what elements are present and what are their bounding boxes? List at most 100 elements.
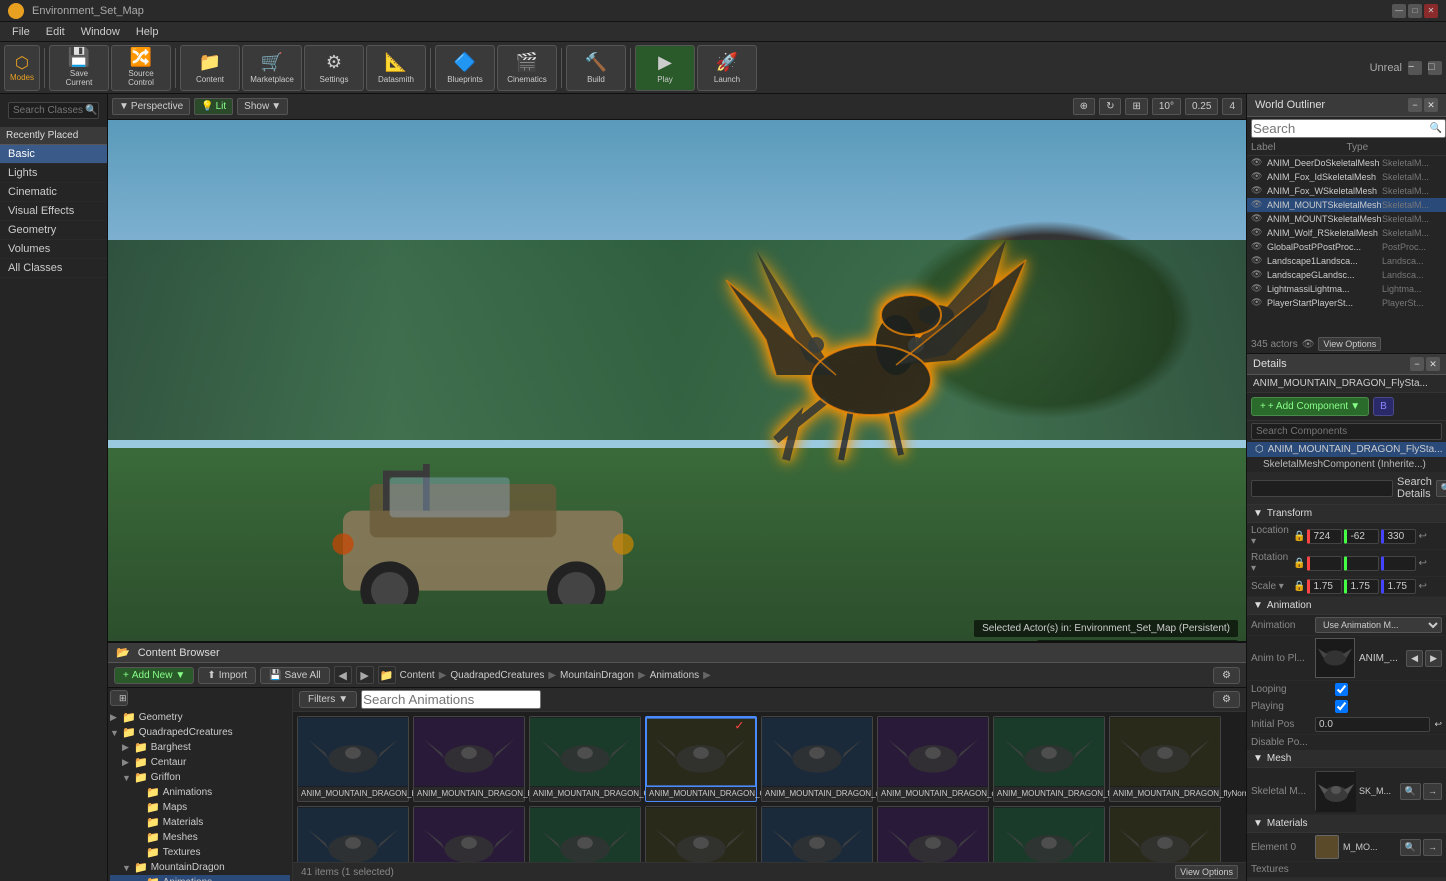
cinematics-button[interactable]: 🎬 Cinematics: [497, 45, 557, 91]
blueprints-button[interactable]: 🔷 Blueprints: [435, 45, 495, 91]
maximize-button[interactable]: □: [1408, 4, 1422, 18]
breadcrumb-quadraped[interactable]: QuadrapedCreatures: [450, 670, 544, 681]
outliner-item-lightmassi[interactable]: 👁 LightmassiLightma... Lightma...: [1247, 282, 1446, 296]
outliner-item-mount-2[interactable]: 👁 ANIM_MOUNTSkeletalMesh SkeletalM...: [1247, 212, 1446, 226]
folder-geometry[interactable]: ▶ 📁 Geometry: [110, 710, 290, 725]
animation-mode-select[interactable]: Use Animation M...: [1315, 617, 1442, 633]
rotation-lock-icon[interactable]: 🔒: [1293, 558, 1305, 569]
location-y-input[interactable]: [1344, 529, 1379, 544]
settings-expand-icon[interactable]: □: [1428, 61, 1442, 75]
outliner-item-globalpost[interactable]: 👁 GlobalPostPPostProc... PostProc...: [1247, 240, 1446, 254]
outliner-item-deer[interactable]: 👁 ANIM_DeerDoSkeletalMesh SkeletalM...: [1247, 156, 1446, 170]
transform-section-header[interactable]: ▼ Transform: [1247, 505, 1446, 523]
settings-button[interactable]: ⚙ Settings: [304, 45, 364, 91]
minimize-button[interactable]: —: [1392, 4, 1406, 18]
play-button[interactable]: ▶ Play: [635, 45, 695, 91]
rotation-z-input[interactable]: [1381, 556, 1416, 571]
filters-button[interactable]: Filters ▼: [299, 691, 357, 708]
asset-card-3[interactable]: ✓ ANIM_MOUNTAIN_DRAGON_ClawsAttack2HitCo…: [645, 716, 757, 802]
perspective-button[interactable]: ▼ Perspective: [112, 98, 190, 115]
recently-placed-header[interactable]: Recently Placed: [0, 127, 107, 145]
details-close-icon[interactable]: ✕: [1426, 357, 1440, 371]
viewport-scene[interactable]: Selected Actor(s) in: Environment_Set_Ma…: [108, 120, 1246, 641]
scale-y-input[interactable]: [1344, 579, 1379, 594]
asset-card-6[interactable]: ANIM_MOUNTAIN_DRAGON_failing: [993, 716, 1105, 802]
initial-pos-reset-icon[interactable]: ↩: [1434, 719, 1442, 730]
folder-centaur[interactable]: ▶ 📁 Centaur: [110, 755, 290, 770]
outliner-item-playerstart[interactable]: 👁 PlayerStartPlayerSt... PlayerSt...: [1247, 296, 1446, 310]
anim-next-icon[interactable]: ▶: [1425, 650, 1442, 667]
location-lock-icon[interactable]: 🔒: [1293, 531, 1305, 542]
outliner-close-icon[interactable]: ✕: [1424, 98, 1438, 112]
save-current-button[interactable]: 💾 SaveCurrent: [49, 45, 109, 91]
outliner-minimize-icon[interactable]: −: [1408, 98, 1422, 112]
folder-mountain-dragon[interactable]: ▼ 📁 MountainDragon: [110, 860, 290, 875]
anim-prev-icon[interactable]: ◀: [1406, 650, 1423, 667]
scale-z-input[interactable]: [1381, 579, 1416, 594]
marketplace-button[interactable]: 🛒 Marketplace: [242, 45, 302, 91]
outliner-item-fox-w[interactable]: 👁 ANIM_Fox_WSkeletalMesh SkeletalM...: [1247, 184, 1446, 198]
animation-section-header[interactable]: ▼ Animation: [1247, 597, 1446, 615]
asset-card-5[interactable]: ANIM_MOUNTAIN_DRAGON_deathHitTheGround: [877, 716, 989, 802]
location-reset-icon[interactable]: ↩: [1418, 531, 1426, 542]
looping-checkbox[interactable]: [1335, 683, 1348, 696]
asset-card-15[interactable]: ANIM_MOUNTAIN_DRAGON_getHitLeft: [1109, 806, 1221, 862]
initial-pos-input[interactable]: [1315, 717, 1430, 732]
mesh-browse-icon[interactable]: 🔍: [1400, 783, 1421, 800]
breadcrumb-animations[interactable]: Animations: [650, 670, 699, 681]
content-button[interactable]: 📁 Content: [180, 45, 240, 91]
outliner-item-mount-1[interactable]: 👁 ANIM_MOUNTSkeletalMesh SkeletalM...: [1247, 198, 1446, 212]
save-all-button[interactable]: 💾 Save All: [260, 667, 330, 684]
asset-card-1[interactable]: ANIM_MOUNTAIN_DRAGON_biteGrabThrow: [413, 716, 525, 802]
folder-up-button[interactable]: 📁: [378, 666, 396, 684]
outliner-search-input[interactable]: [1251, 119, 1446, 138]
tree-expand-button[interactable]: ⊞: [110, 690, 128, 706]
left-item-geometry[interactable]: Geometry: [0, 221, 107, 240]
details-minimize-icon[interactable]: −: [1410, 357, 1424, 371]
component-item-main[interactable]: ⬡ ANIM_MOUNTAIN_DRAGON_FlySta...: [1247, 442, 1446, 457]
folder-griffon-materials[interactable]: 📁 Materials: [110, 815, 290, 830]
datasmith-button[interactable]: 📐 Datasmith: [366, 45, 426, 91]
outliner-item-landscapeg[interactable]: 👁 LandscapeGLandsc... Landsca...: [1247, 268, 1446, 282]
folder-quadraped-creatures[interactable]: ▼ 📁 QuadrapedCreatures: [110, 725, 290, 740]
asset-card-0[interactable]: ANIM_MOUNTAIN_DRAGON_bite: [297, 716, 409, 802]
component-sub-item[interactable]: SkeletalMeshComponent (Inherite...): [1247, 457, 1446, 472]
menu-edit[interactable]: Edit: [38, 26, 73, 38]
vp-transform-icon[interactable]: ⊕: [1073, 98, 1095, 115]
asset-card-12[interactable]: ANIM_MOUNTAIN_DRAGON_FlyStationaryToFall: [761, 806, 873, 862]
asset-card-7[interactable]: ANIM_MOUNTAIN_DRAGON_flyNormal: [1109, 716, 1221, 802]
materials-section-header[interactable]: ▼ Materials: [1247, 815, 1446, 833]
build-button[interactable]: 🔨 Build: [566, 45, 626, 91]
materials-arrow-icon[interactable]: →: [1423, 839, 1442, 856]
close-button[interactable]: ✕: [1424, 4, 1438, 18]
rotation-reset-icon[interactable]: ↩: [1418, 558, 1426, 569]
materials-browse-icon[interactable]: 🔍: [1400, 839, 1421, 856]
outliner-view-options-button[interactable]: View Options: [1318, 337, 1381, 351]
search-animations-input[interactable]: [361, 690, 541, 709]
footer-view-options-button[interactable]: View Options: [1175, 865, 1238, 879]
left-item-all-classes[interactable]: All Classes: [0, 259, 107, 278]
menu-file[interactable]: File: [4, 26, 38, 38]
forward-button[interactable]: ▶: [356, 666, 374, 684]
folder-griffon-meshes[interactable]: 📁 Meshes: [110, 830, 290, 845]
scale-reset-icon[interactable]: ↩: [1418, 581, 1426, 592]
mesh-section-header[interactable]: ▼ Mesh: [1247, 750, 1446, 768]
grid-settings-button[interactable]: ⚙: [1213, 691, 1240, 708]
asset-card-4[interactable]: ANIM_MOUNTAIN_DRAGON_death: [761, 716, 873, 802]
rotation-x-input[interactable]: [1307, 556, 1342, 571]
left-item-volumes[interactable]: Volumes: [0, 240, 107, 259]
left-item-cinematic[interactable]: Cinematic: [0, 183, 107, 202]
folder-griffon[interactable]: ▼ 📁 Griffon: [110, 770, 290, 785]
import-button[interactable]: ⬆ Import: [198, 667, 256, 684]
scale-x-input[interactable]: [1307, 579, 1342, 594]
left-item-visual-effects[interactable]: Visual Effects: [0, 202, 107, 221]
location-x-input[interactable]: [1307, 529, 1342, 544]
mesh-arrow-icon[interactable]: →: [1423, 783, 1442, 800]
outliner-item-landscape1[interactable]: 👁 Landscape1Landsca... Landsca...: [1247, 254, 1446, 268]
folder-barghest[interactable]: ▶ 📁 Barghest: [110, 740, 290, 755]
settings-minimize-icon[interactable]: −: [1408, 61, 1422, 75]
modes-button[interactable]: ⬡ Modes: [4, 45, 40, 91]
playing-checkbox[interactable]: [1335, 700, 1348, 713]
search-components-input[interactable]: [1251, 423, 1442, 440]
asset-card-11[interactable]: ANIM_MOUNTAIN_DRAGON_FlyStationarySpread…: [645, 806, 757, 862]
